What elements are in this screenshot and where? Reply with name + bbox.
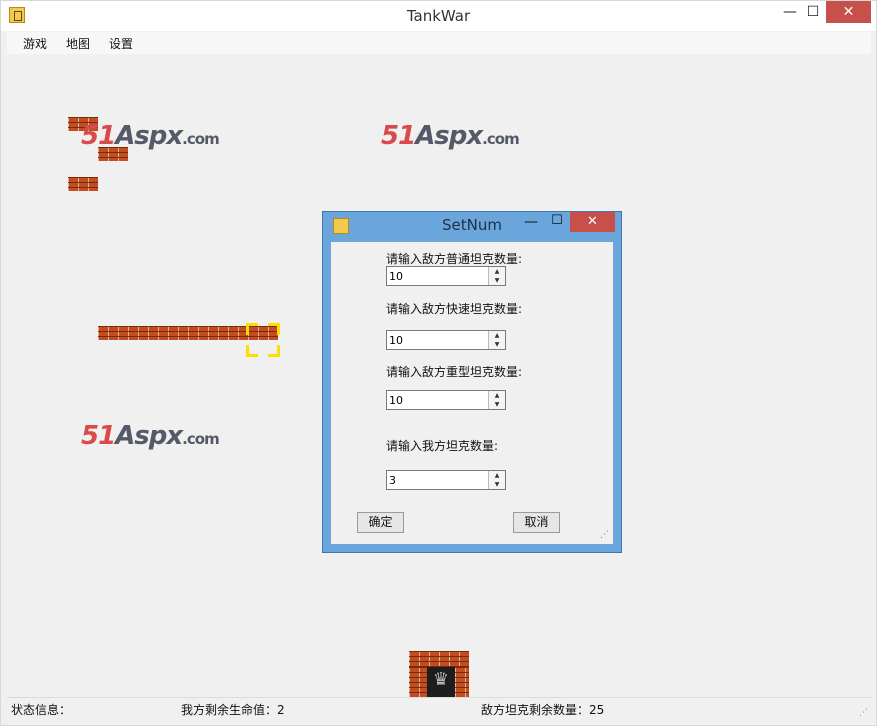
brick-wall [409,651,469,667]
spin-buttons[interactable]: ▲ ▼ [488,267,505,285]
cancel-button[interactable]: 取消 [513,512,560,533]
spin-down-icon[interactable]: ▼ [489,400,505,409]
normal-tank-stepper[interactable]: ▲ ▼ [386,266,506,286]
heavy-tank-label: 请输入敌方重型坦克数量: [386,365,523,379]
menu-bar: 游戏 地图 设置 [7,32,871,54]
dialog-body: 请输入敌方普通坦克数量: ▲ ▼ 请输入敌方快速坦克数量: ▲ ▼ 请输入敌方重… [331,242,613,544]
spawn-marker-icon [246,323,280,357]
menu-settings[interactable]: 设置 [109,35,133,52]
brick-wall [68,177,98,191]
setnum-dialog: SetNum — ☐ ✕ 请输入敌方普通坦克数量: ▲ ▼ 请输入敌方快速坦克数… [322,211,622,553]
status-bar: 状态信息： 我方剩余生命值：2 敌方坦克剩余数量：25 ⋰ [7,697,871,720]
enemy-count: 敌方坦克剩余数量：25 [481,703,605,717]
spin-down-icon[interactable]: ▼ [489,340,505,349]
title-bar[interactable]: TankWar — ☐ ✕ [1,1,876,31]
spin-down-icon[interactable]: ▼ [489,480,505,489]
close-button[interactable]: ✕ [826,1,871,23]
watermark-logo: 51Aspx.com [81,421,220,451]
dialog-close-button[interactable]: ✕ [570,212,615,232]
spin-buttons[interactable]: ▲ ▼ [488,471,505,489]
resize-grip-icon[interactable]: ⋰ [600,530,609,540]
fast-tank-label: 请输入敌方快速坦克数量: [386,302,523,316]
player-tank-input[interactable] [387,471,489,489]
heavy-tank-input[interactable] [387,391,489,409]
player-tank-label: 请输入我方坦克数量: [386,439,499,453]
base-eagle: ♛ [409,651,469,697]
fast-tank-stepper[interactable]: ▲ ▼ [386,330,506,350]
spin-buttons[interactable]: ▲ ▼ [488,391,505,409]
normal-tank-label: 请输入敌方普通坦克数量: [386,252,523,266]
spin-buttons[interactable]: ▲ ▼ [488,331,505,349]
dialog-maximize-button[interactable]: ☐ [547,213,567,228]
status-info: 状态信息： [11,703,72,717]
ok-button[interactable]: 确定 [357,512,404,533]
brick-wall [455,667,469,697]
watermark-logo: 51Aspx.com [381,121,520,151]
spin-down-icon[interactable]: ▼ [489,276,505,285]
fast-tank-input[interactable] [387,331,489,349]
menu-map[interactable]: 地图 [66,35,90,52]
brick-wall [409,667,427,697]
dialog-minimize-button[interactable]: — [521,214,541,230]
window-title: TankWar [406,7,471,25]
maximize-button[interactable]: ☐ [798,1,828,23]
resize-grip-icon[interactable]: ⋰ [859,708,869,718]
player-tank-stepper[interactable]: ▲ ▼ [386,470,506,490]
normal-tank-input[interactable] [387,267,489,285]
eagle-icon: ♛ [427,667,455,697]
heavy-tank-stepper[interactable]: ▲ ▼ [386,390,506,410]
menu-game[interactable]: 游戏 [23,35,47,52]
player-lives: 我方剩余生命值：2 [181,703,285,717]
watermark-logo: 51Aspx.com [81,121,220,151]
